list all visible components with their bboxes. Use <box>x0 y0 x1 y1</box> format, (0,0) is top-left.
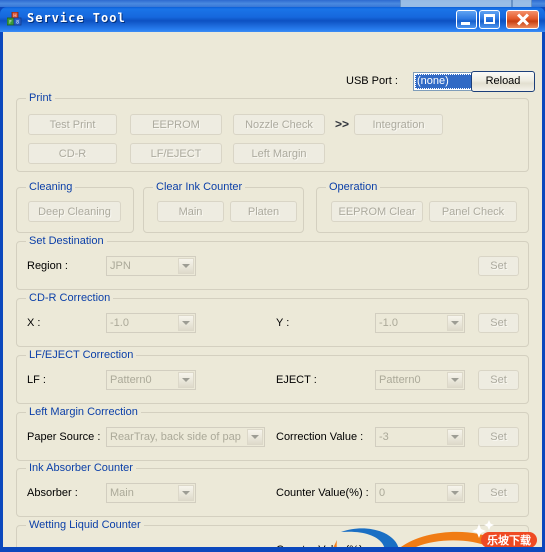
eject-value: Pattern0 <box>379 374 421 386</box>
app-blocks-icon: H F 8 <box>7 12 22 26</box>
integration-button[interactable]: Integration <box>354 114 443 135</box>
cdr-x-dropdown-arrow[interactable] <box>178 315 194 331</box>
clear-ink-main-button[interactable]: Main <box>157 201 224 222</box>
absorber-dropdown-arrow[interactable] <box>178 485 194 501</box>
maximize-button[interactable] <box>479 10 500 29</box>
lf-label: LF : <box>27 374 46 386</box>
absorber-select[interactable]: Main <box>106 483 196 503</box>
group-set-destination-title: Set Destination <box>26 235 107 247</box>
absorber-counter-dropdown-arrow[interactable] <box>447 485 463 501</box>
group-clear-ink-counter-title: Clear Ink Counter <box>153 181 246 193</box>
close-button[interactable] <box>506 10 539 29</box>
lf-value: Pattern0 <box>110 374 152 386</box>
ink-absorber-set-button[interactable]: Set <box>478 483 519 503</box>
panel-check-button[interactable]: Panel Check <box>429 201 517 222</box>
correction-value-select[interactable]: -3 <box>375 427 465 447</box>
cdr-x-label: X : <box>27 317 41 329</box>
group-clear-ink-counter: Clear Ink Counter Main Platen <box>143 181 304 233</box>
deep-cleaning-button[interactable]: Deep Cleaning <box>28 201 121 222</box>
chevron-right-icon: >> <box>335 117 350 131</box>
group-cleaning-title: Cleaning <box>26 181 76 193</box>
cdr-y-dropdown-arrow[interactable] <box>447 315 463 331</box>
cdr-y-select[interactable]: -1.0 <box>375 313 465 333</box>
cdr-x-select[interactable]: -1.0 <box>106 313 196 333</box>
paper-source-select[interactable]: RearTray, back side of pap <box>106 427 265 447</box>
absorber-value: Main <box>110 487 134 499</box>
clear-ink-platen-button[interactable]: Platen <box>230 201 297 222</box>
paper-source-value: RearTray, back side of pap <box>110 431 241 443</box>
group-set-destination: Set Destination Region : JPN Set <box>16 235 529 290</box>
correction-value-dropdown-arrow[interactable] <box>447 429 463 445</box>
correction-value-value: -3 <box>379 431 389 443</box>
service-tool-window: H F 8 Service Tool USB Port : (none) Rel… <box>0 7 545 552</box>
svg-text:F: F <box>9 20 12 26</box>
group-cdr-correction-title: CD-R Correction <box>26 292 114 304</box>
cdr-x-value: -1.0 <box>110 317 129 329</box>
left-margin-button[interactable]: Left Margin <box>233 143 325 164</box>
group-operation: Operation EEPROM Clear Panel Check <box>316 181 529 233</box>
usb-port-label: USB Port : <box>346 75 398 87</box>
eject-dropdown-arrow[interactable] <box>447 372 463 388</box>
absorber-counter-value-select[interactable]: 0 <box>375 483 465 503</box>
title-bar[interactable]: H F 8 Service Tool <box>0 7 545 32</box>
svg-text:8: 8 <box>16 20 19 26</box>
set-destination-set-button[interactable]: Set <box>478 256 519 276</box>
lf-eject-button[interactable]: LF/EJECT <box>130 143 222 164</box>
eeprom-clear-button[interactable]: EEPROM Clear <box>331 201 423 222</box>
test-print-button[interactable]: Test Print <box>28 114 117 135</box>
cdr-y-value: -1.0 <box>379 317 398 329</box>
group-wetting-liquid-counter-title: Wetting Liquid Counter <box>26 519 144 531</box>
paper-source-dropdown-arrow[interactable] <box>247 429 263 445</box>
group-ink-absorber-counter-title: Ink Absorber Counter <box>26 462 136 474</box>
group-operation-title: Operation <box>326 181 381 193</box>
group-left-margin-correction: Left Margin Correction Paper Source : Re… <box>16 406 529 461</box>
group-print-title: Print <box>26 92 55 104</box>
cd-r-button[interactable]: CD-R <box>28 143 117 164</box>
lf-eject-correction-set-button[interactable]: Set <box>478 370 519 390</box>
maximize-icon <box>484 14 495 24</box>
usb-port-selected-value: (none) <box>415 74 475 89</box>
group-lf-eject-correction-title: LF/EJECT Correction <box>26 349 137 361</box>
eeprom-button[interactable]: EEPROM <box>130 114 222 135</box>
group-ink-absorber-counter: Ink Absorber Counter Absorber : Main Cou… <box>16 462 529 517</box>
group-lf-eject-correction: LF/EJECT Correction LF : Pattern0 EJECT … <box>16 349 529 404</box>
lf-dropdown-arrow[interactable] <box>178 372 194 388</box>
region-label: Region : <box>27 260 68 272</box>
group-cleaning: Cleaning Deep Cleaning <box>16 181 134 233</box>
absorber-counter-value: 0 <box>379 487 386 499</box>
absorber-counter-value-label: Counter Value(%) : <box>276 487 369 499</box>
cdr-correction-set-button[interactable]: Set <box>478 313 519 333</box>
group-left-margin-correction-title: Left Margin Correction <box>26 406 141 418</box>
region-select[interactable]: JPN <box>106 256 196 276</box>
cdr-y-label: Y : <box>276 317 290 329</box>
minimize-icon <box>461 22 470 25</box>
group-print: Print Test Print EEPROM Nozzle Check >> … <box>16 92 529 172</box>
region-value: JPN <box>110 260 131 272</box>
eject-label: EJECT : <box>276 374 317 386</box>
lf-select[interactable]: Pattern0 <box>106 370 196 390</box>
absorber-label: Absorber : <box>27 487 78 499</box>
paper-source-label: Paper Source : <box>27 431 101 443</box>
nozzle-check-button[interactable]: Nozzle Check <box>233 114 325 135</box>
group-cdr-correction: CD-R Correction X : -1.0 Y : -1.0 Set <box>16 292 529 347</box>
left-margin-correction-set-button[interactable]: Set <box>478 427 519 447</box>
window-client-area: USB Port : (none) Reload Print Test Prin… <box>3 32 542 547</box>
eject-select[interactable]: Pattern0 <box>375 370 465 390</box>
window-title: Service Tool <box>27 11 126 25</box>
wetting-counter-value-label: Counter Value(%) : <box>276 544 369 547</box>
group-wetting-liquid-counter: Wetting Liquid Counter Counter Value(%) … <box>16 519 529 547</box>
reload-button[interactable]: Reload <box>471 71 535 92</box>
region-dropdown-arrow[interactable] <box>178 258 194 274</box>
correction-value-label: Correction Value : <box>276 431 364 443</box>
close-icon <box>507 11 538 28</box>
minimize-button[interactable] <box>456 10 477 29</box>
